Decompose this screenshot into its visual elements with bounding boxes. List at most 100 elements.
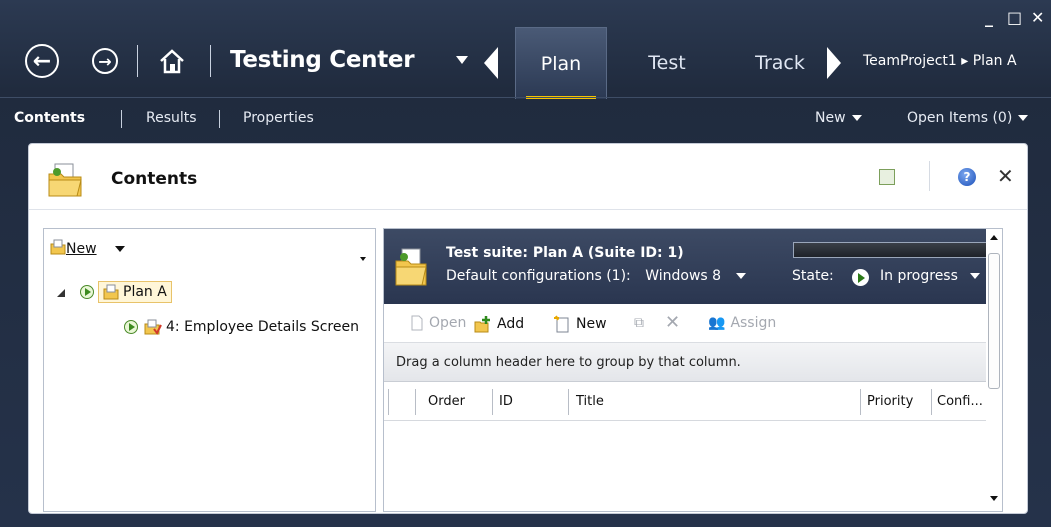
divider bbox=[929, 161, 930, 191]
column-divider bbox=[415, 389, 416, 415]
chevron-down-icon bbox=[735, 273, 746, 279]
column-configurations[interactable]: Confi... bbox=[937, 394, 983, 409]
scroll-down-icon[interactable] bbox=[990, 496, 998, 501]
new-label: New bbox=[576, 316, 607, 332]
copy-button[interactable]: ⧉ bbox=[634, 315, 644, 331]
column-divider bbox=[388, 389, 389, 415]
tree-node-plan[interactable]: Plan A bbox=[80, 281, 172, 303]
tree-node-suite[interactable]: 4: Employee Details Screen bbox=[124, 319, 359, 335]
divider bbox=[137, 45, 138, 77]
remove-icon: ✕ bbox=[665, 312, 681, 333]
column-divider bbox=[860, 389, 861, 415]
title-bar: ← → Testing Center Plan Test Track TeamP… bbox=[0, 0, 1051, 99]
add-label: Add bbox=[497, 316, 525, 332]
suite-header: Test suite: Plan A (Suite ID: 1) Default… bbox=[384, 229, 1002, 304]
tree-toolbar: New bbox=[44, 229, 375, 265]
tree-new-label: New bbox=[66, 241, 97, 257]
open-items-button[interactable]: Open Items (0) bbox=[907, 110, 1029, 126]
breadcrumb[interactable]: TeamProject1 ▸ Plan A bbox=[863, 53, 1017, 69]
close-icon[interactable]: ✕ bbox=[997, 164, 1014, 188]
open-items-label: Open Items (0) bbox=[907, 110, 1013, 126]
sub-navigation: Contents Results Properties New Open Ite… bbox=[0, 97, 1051, 140]
folder-icon bbox=[48, 163, 82, 197]
command-bar: Open Add New ⧉ ✕ 👥 Assign bbox=[384, 304, 1002, 342]
state-value: In progress bbox=[880, 268, 958, 284]
close-window-button[interactable]: ✕ bbox=[1031, 8, 1044, 27]
chevron-down-icon bbox=[1018, 115, 1029, 121]
tree-new-button[interactable]: New bbox=[66, 241, 125, 257]
column-order[interactable]: Order bbox=[428, 394, 465, 409]
group-hint: Drag a column header here to group by th… bbox=[396, 355, 741, 370]
chevron-down-icon bbox=[115, 246, 125, 252]
in-progress-icon bbox=[124, 320, 138, 334]
config-label: Default configurations (1): bbox=[446, 268, 631, 284]
suite-progress-bar bbox=[793, 242, 996, 258]
add-button[interactable]: Add bbox=[474, 315, 524, 333]
back-button[interactable]: ← bbox=[25, 44, 59, 78]
toolbar-overflow-icon[interactable] bbox=[360, 257, 366, 261]
tree-node-label: 4: Employee Details Screen bbox=[166, 319, 359, 335]
folder-icon bbox=[103, 284, 119, 300]
chevron-down-icon bbox=[970, 273, 981, 279]
open-button[interactable]: Open bbox=[410, 315, 466, 331]
suite-folder-icon bbox=[395, 248, 427, 286]
tab-test[interactable]: Test bbox=[632, 27, 702, 99]
column-divider bbox=[492, 389, 493, 415]
panel-header: Contents ? ✕ bbox=[29, 144, 1027, 210]
divider bbox=[210, 45, 211, 77]
app-window: ← → Testing Center Plan Test Track TeamP… bbox=[0, 0, 1051, 527]
tab-track[interactable]: Track bbox=[740, 27, 820, 99]
subnav-contents[interactable]: Contents bbox=[14, 110, 85, 126]
help-icon[interactable]: ? bbox=[958, 168, 976, 186]
open-icon bbox=[411, 315, 423, 331]
remove-button[interactable]: ✕ bbox=[665, 312, 680, 333]
arrow-right-icon: → bbox=[98, 51, 112, 71]
tab-scroll-left-icon[interactable] bbox=[484, 47, 498, 79]
tab-plan[interactable]: Plan bbox=[515, 27, 607, 99]
column-priority[interactable]: Priority bbox=[867, 394, 913, 409]
new-test-case-icon bbox=[554, 315, 569, 333]
chevron-down-icon[interactable] bbox=[456, 56, 468, 64]
suite-title: Test suite: Plan A (Suite ID: 1) bbox=[446, 245, 684, 261]
arrow-left-icon: ← bbox=[32, 48, 52, 74]
requirement-suite-icon bbox=[144, 319, 162, 335]
assign-icon: 👥 bbox=[708, 315, 726, 331]
scroll-up-icon[interactable] bbox=[990, 235, 998, 240]
config-value: Windows 8 bbox=[645, 268, 722, 284]
subnav-results[interactable]: Results bbox=[146, 110, 197, 126]
in-progress-icon bbox=[852, 269, 869, 286]
suite-tree: New Plan A 4: Employee Details Screen bbox=[43, 228, 376, 512]
maximize-button[interactable]: □ bbox=[1007, 8, 1022, 27]
group-by-area[interactable]: Drag a column header here to group by th… bbox=[384, 342, 1002, 382]
column-id[interactable]: ID bbox=[499, 394, 513, 409]
assign-button[interactable]: 👥 Assign bbox=[708, 315, 776, 331]
state-label: State: bbox=[792, 268, 834, 284]
column-title[interactable]: Title bbox=[576, 394, 604, 409]
chevron-down-icon bbox=[851, 115, 862, 121]
open-label: Open bbox=[429, 315, 467, 331]
default-configurations[interactable]: Default configurations (1): Windows 8 bbox=[446, 268, 746, 284]
scroll-thumb[interactable] bbox=[988, 253, 1000, 389]
new-menu-button[interactable]: New bbox=[815, 110, 862, 126]
panel-title: Contents bbox=[111, 169, 198, 189]
new-suite-icon bbox=[50, 239, 66, 255]
assign-label: Assign bbox=[730, 315, 777, 331]
suite-details-pane: Test suite: Plan A (Suite ID: 1) Default… bbox=[383, 228, 1003, 512]
state-dropdown[interactable]: In progress bbox=[880, 268, 981, 284]
tab-scroll-right-icon[interactable] bbox=[827, 47, 841, 79]
minimize-button[interactable]: _ bbox=[985, 8, 993, 27]
divider bbox=[121, 110, 122, 128]
refresh-icon[interactable] bbox=[879, 169, 895, 185]
new-button[interactable]: New bbox=[553, 315, 607, 333]
grid-column-header: Order ID Title Priority Confi... bbox=[384, 383, 1002, 421]
tree-node-plan-label-wrap: Plan A bbox=[98, 281, 172, 303]
divider bbox=[219, 110, 220, 128]
forward-button[interactable]: → bbox=[92, 48, 118, 74]
vertical-scrollbar[interactable] bbox=[986, 229, 1002, 511]
collapse-icon[interactable] bbox=[57, 289, 65, 297]
app-title: Testing Center bbox=[230, 47, 415, 73]
copy-icon: ⧉ bbox=[634, 315, 644, 331]
home-icon[interactable] bbox=[158, 47, 186, 75]
subnav-properties[interactable]: Properties bbox=[243, 110, 314, 126]
in-progress-icon bbox=[80, 285, 94, 299]
